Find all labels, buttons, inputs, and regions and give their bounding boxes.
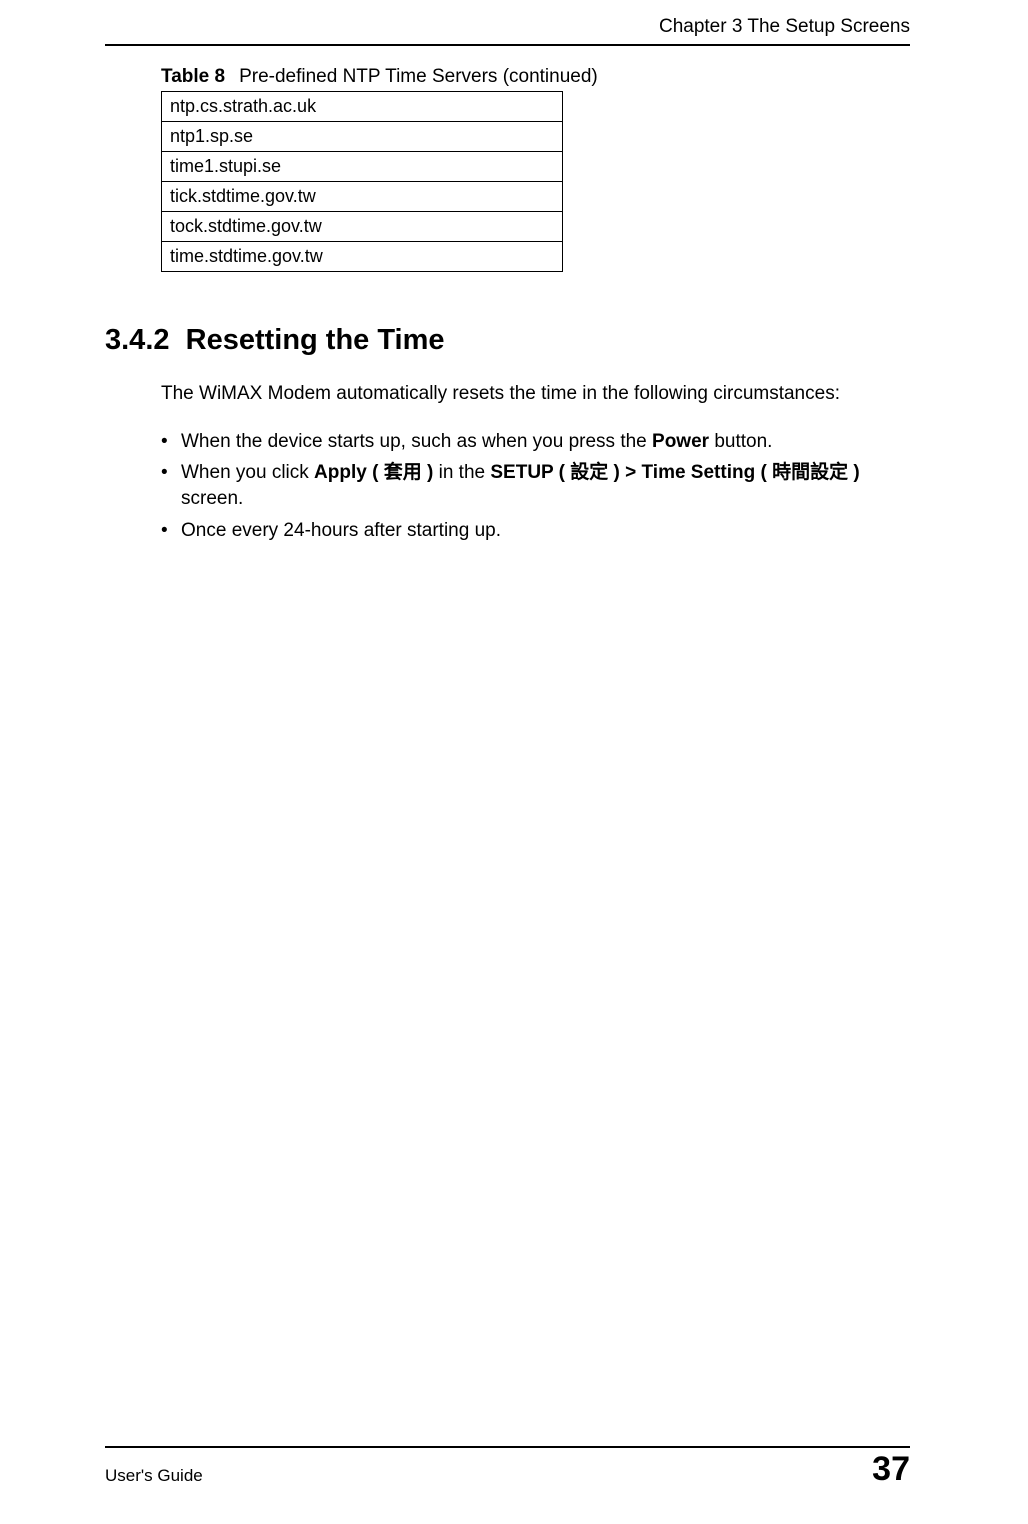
ntp-servers-table: ntp.cs.strath.ac.uk ntp1.sp.se time1.stu…: [161, 91, 563, 272]
list-item: When the device starts up, such as when …: [161, 429, 910, 455]
table-cell: time.stdtime.gov.tw: [162, 242, 563, 272]
table-row: tock.stdtime.gov.tw: [162, 212, 563, 242]
table-caption: Table 8 Pre-defined NTP Time Servers (con…: [161, 66, 910, 88]
table-cell: ntp1.sp.se: [162, 122, 563, 152]
section-title: Resetting the Time: [186, 324, 445, 356]
table-row: ntp.cs.strath.ac.uk: [162, 92, 563, 122]
list-item: Once every 24-hours after starting up.: [161, 518, 910, 544]
section-heading: 3.4.2 Resetting the Time: [105, 324, 910, 357]
table-row: time.stdtime.gov.tw: [162, 242, 563, 272]
table-cell: time1.stupi.se: [162, 152, 563, 182]
chapter-title: Chapter 3 The Setup Screens: [659, 16, 910, 37]
table-label: Table 8: [161, 66, 225, 87]
table-cell: tock.stdtime.gov.tw: [162, 212, 563, 242]
table-caption-text: Pre-defined NTP Time Servers (continued): [239, 66, 598, 87]
section-number: 3.4.2: [105, 324, 170, 356]
table-row: ntp1.sp.se: [162, 122, 563, 152]
section-intro: The WiMAX Modem automatically resets the…: [161, 381, 910, 407]
page-header: Chapter 3 The Setup Screens: [105, 16, 910, 46]
footer-guide-label: User's Guide: [105, 1466, 203, 1486]
table-cell: ntp.cs.strath.ac.uk: [162, 92, 563, 122]
table-row: tick.stdtime.gov.tw: [162, 182, 563, 212]
list-item: When you click Apply ( 套用 ) in the SETUP…: [161, 460, 910, 511]
page-number: 37: [872, 1452, 910, 1486]
table-cell: tick.stdtime.gov.tw: [162, 182, 563, 212]
bullet-list: When the device starts up, such as when …: [161, 429, 910, 544]
table-row: time1.stupi.se: [162, 152, 563, 182]
page-footer: User's Guide 37: [105, 1446, 910, 1486]
